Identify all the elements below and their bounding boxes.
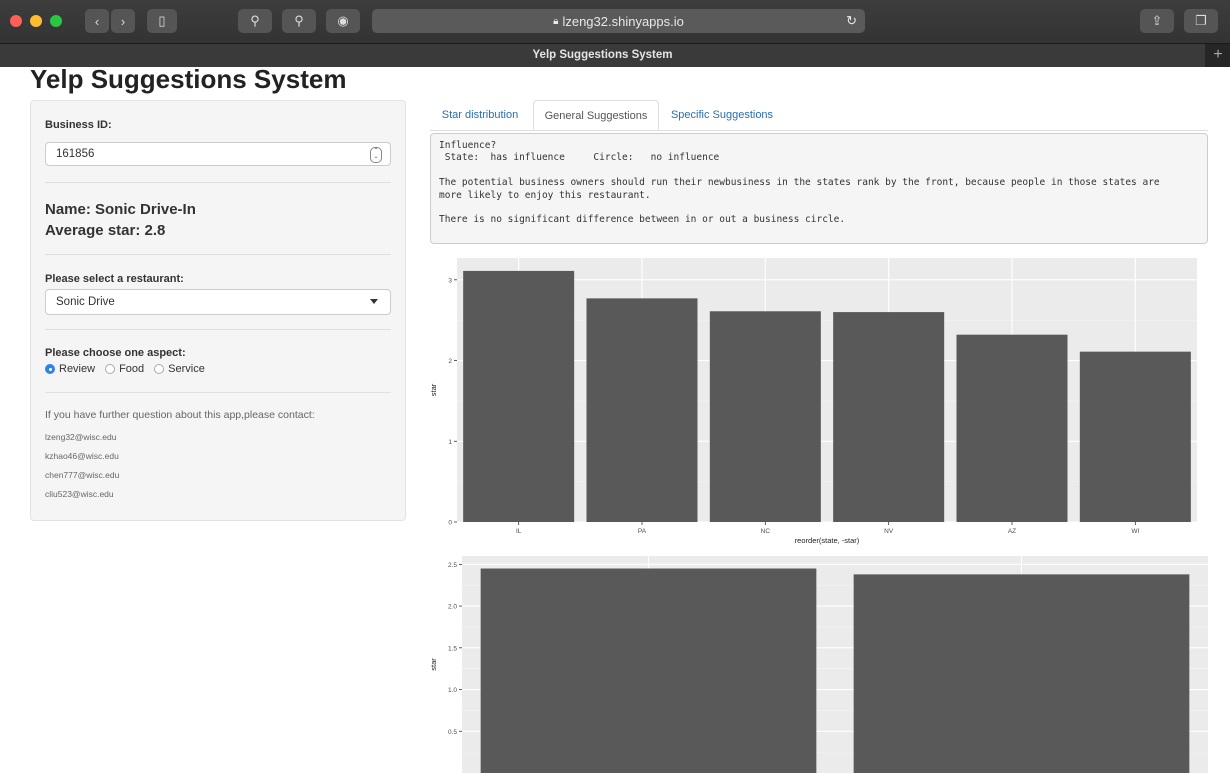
number-stepper[interactable]: ⌃ ⌄: [370, 147, 382, 163]
search-icon: ⚲: [250, 13, 260, 28]
chevron-left-icon: ‹: [94, 13, 100, 29]
restaurant-select[interactable]: Sonic Drive: [45, 289, 391, 315]
main-tabs: Star distribution General Suggestions Sp…: [430, 100, 1208, 131]
caret-down-icon: [370, 299, 378, 304]
output-line: State: has influence Circle: no influenc…: [439, 152, 720, 164]
address-bar[interactable]: 🔒︎ lzeng32.shinyapps.io ↻: [372, 9, 865, 33]
output-line: more likely to enjoy this restaurant.: [439, 189, 651, 201]
radio-food-label[interactable]: Food: [119, 363, 144, 375]
tab-general-suggestions[interactable]: General Suggestions: [533, 100, 659, 130]
y-tick-label: 2.5: [448, 562, 457, 569]
chevron-right-icon: ›: [120, 13, 126, 29]
tabs-overview-button[interactable]: ❐: [1184, 9, 1218, 33]
tab-star-distribution[interactable]: Star distribution: [430, 100, 530, 130]
bar: [709, 311, 821, 522]
y-tick-label: 2: [448, 358, 452, 365]
divider: [45, 392, 391, 393]
bar: [463, 270, 575, 522]
business-id-input[interactable]: 161856 ⌃ ⌄: [45, 142, 391, 166]
suggestion-output: Influence? State: has influence Circle: …: [430, 133, 1208, 244]
business-id-label: Business ID:: [45, 119, 112, 131]
share-icon: ⇪: [1151, 13, 1163, 28]
tab-specific-suggestions[interactable]: Specific Suggestions: [662, 100, 782, 130]
bar: [586, 298, 698, 522]
output-line: The potential business owners should run…: [439, 177, 1160, 189]
divider: [45, 254, 391, 255]
sidebar-toggle-button[interactable]: ▯: [147, 9, 177, 33]
x-tick-label: PA: [638, 528, 647, 535]
radio-food[interactable]: [105, 364, 116, 374]
y-axis-label: star: [429, 658, 438, 671]
y-tick-label: 0.5: [448, 729, 457, 736]
x-tick-label: AZ: [1008, 528, 1016, 535]
output-line: Influence?: [439, 140, 497, 151]
back-button[interactable]: ‹: [85, 9, 109, 33]
zoom-window-button[interactable]: [50, 15, 62, 27]
find-extension-button[interactable]: ⚲: [282, 9, 316, 33]
y-tick-label: 2.0: [448, 604, 457, 611]
y-tick-label: 0: [448, 520, 452, 527]
x-tick-label: IL: [516, 528, 522, 535]
bar: [853, 574, 1190, 773]
restaurant-select-label: Please select a restaurant:: [45, 273, 184, 285]
aspect-label: Please choose one aspect:: [45, 347, 186, 359]
browser-toolbar: ‹ › ▯ ⚲ ⚲ ◉ 🔒︎ lzeng32.shinyapps.io ↻ ⇪ …: [0, 0, 1230, 43]
business-name: Name: Sonic Drive-In: [45, 201, 196, 218]
sidebar-panel: Business ID: 161856 ⌃ ⌄ Name: Sonic Drive…: [30, 100, 406, 521]
minimize-window-button[interactable]: [30, 15, 42, 27]
browser-chrome: ‹ › ▯ ⚲ ⚲ ◉ 🔒︎ lzeng32.shinyapps.io ↻ ⇪ …: [0, 0, 1230, 67]
contact-text: If you have further question about this …: [45, 409, 315, 421]
aspect-radio-group: Review Food Service: [45, 363, 215, 375]
bar: [833, 312, 945, 522]
y-tick-label: 1.5: [448, 645, 457, 652]
forward-button[interactable]: ›: [111, 9, 135, 33]
x-tick-label: NC: [761, 528, 771, 535]
grammarly-extension-button[interactable]: ◉: [326, 9, 360, 33]
contact-email: kzhao46@wisc.edu: [45, 451, 119, 461]
bar: [1079, 351, 1191, 522]
radio-review-label[interactable]: Review: [59, 363, 95, 375]
search-extension-button[interactable]: ⚲: [238, 9, 272, 33]
page-title: Yelp Suggestions System: [30, 64, 347, 94]
x-tick-label: WI: [1131, 528, 1139, 535]
magnifier-icon: ⚲: [294, 13, 304, 28]
average-star: Average star: 2.8: [45, 222, 166, 239]
new-tab-button[interactable]: +: [1206, 44, 1230, 67]
sidebar-icon: ▯: [158, 13, 166, 28]
tabs-icon: ❐: [1195, 13, 1207, 28]
contact-email: chen777@wisc.edu: [45, 470, 120, 480]
contact-email: cliu523@wisc.edu: [45, 489, 114, 499]
y-tick-label: 1.0: [448, 687, 457, 694]
radio-review[interactable]: [45, 364, 55, 374]
x-axis-label: reorder(state, -star): [795, 536, 860, 545]
divider: [45, 182, 391, 183]
state-star-bar-chart: 0 1 2 3 IL PA NC NV AZ WI star reorder(state, -star…: [429, 258, 1197, 545]
plus-icon: +: [1213, 46, 1223, 63]
output-line: There is no significant difference betwe…: [439, 214, 846, 226]
grammarly-icon: ◉: [337, 13, 349, 28]
share-button[interactable]: ⇪: [1140, 9, 1174, 33]
y-tick-label: 1: [448, 439, 452, 446]
business-id-value: 161856: [56, 148, 95, 160]
divider: [45, 329, 391, 330]
reload-icon[interactable]: ↻: [846, 13, 857, 29]
restaurant-selected-value: Sonic Drive: [56, 296, 115, 308]
close-window-button[interactable]: [10, 15, 22, 27]
radio-service[interactable]: [154, 364, 165, 374]
y-tick-label: 3: [448, 277, 452, 284]
bar: [480, 568, 817, 773]
contact-email: lzeng32@wisc.edu: [45, 432, 117, 442]
bar: [956, 334, 1068, 522]
circle-star-bar-chart: 0.5 1.0 1.5 2.0 2.5 star: [429, 556, 1208, 773]
lock-icon: 🔒︎: [553, 15, 559, 27]
y-axis-label: star: [429, 383, 438, 396]
url-text: lzeng32.shinyapps.io: [562, 13, 684, 29]
radio-service-label[interactable]: Service: [168, 363, 205, 375]
x-tick-label: NV: [884, 528, 894, 535]
